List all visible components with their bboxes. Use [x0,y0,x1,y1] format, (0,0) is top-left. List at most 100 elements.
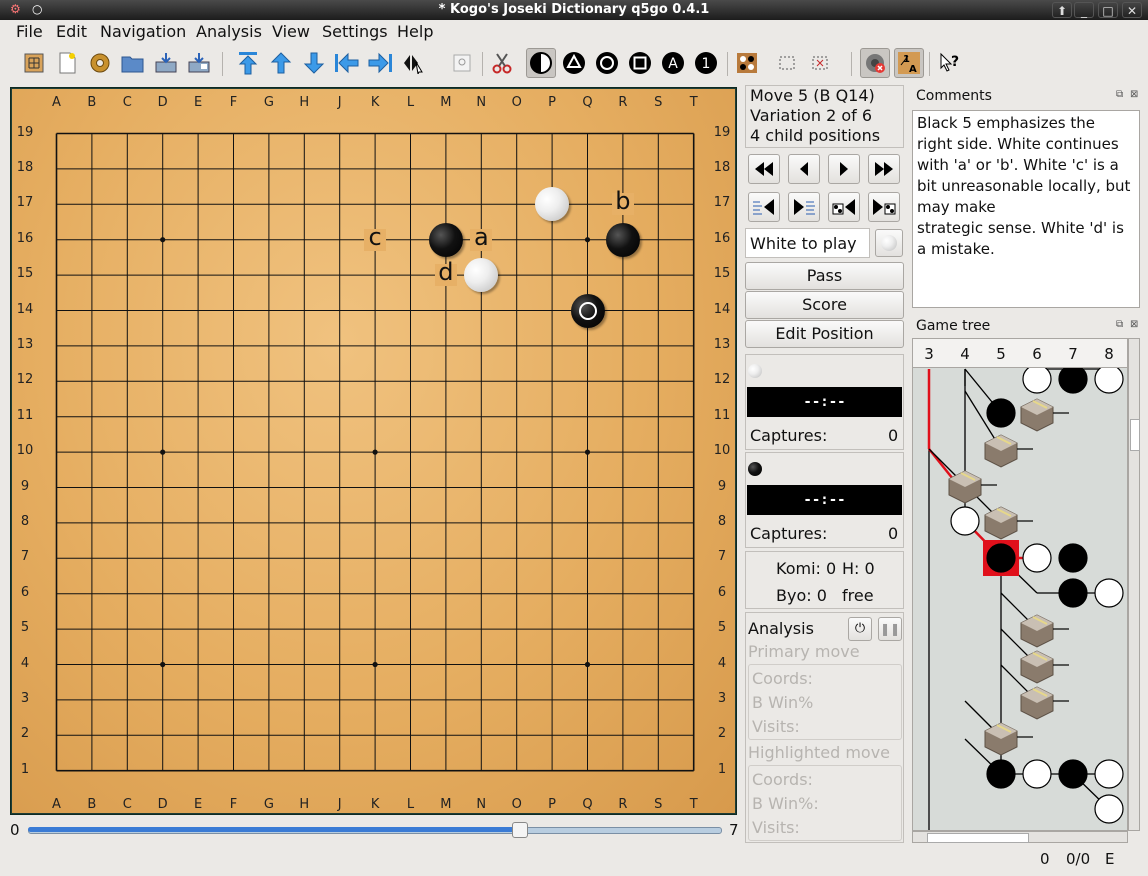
svg-text:A: A [668,56,678,72]
tree-black-node[interactable] [986,543,1016,573]
tree-edit-node-icon[interactable] [948,470,982,504]
edit-position-icon[interactable] [732,48,762,78]
game-tree-float-icon[interactable]: ⧉ [1116,319,1123,330]
previous-comment-button[interactable] [748,192,780,222]
tree-white-node[interactable] [1022,364,1052,394]
menu-edit[interactable]: Edit [56,22,87,41]
game-tree-close-icon[interactable]: ⊠ [1130,319,1138,330]
close-window-icon[interactable]: ✕ [1122,2,1142,18]
white-stone[interactable] [535,187,570,222]
tree-edit-node-icon[interactable] [984,434,1018,468]
cut-icon[interactable] [487,48,517,78]
coordinates-icon[interactable]: 1A [894,48,924,78]
column-coordinate: K [370,797,380,812]
next-figure-button[interactable] [868,192,900,222]
new-board-icon[interactable] [19,48,49,78]
tree-edit-node-icon[interactable] [1020,650,1054,684]
tree-black-node[interactable] [1058,364,1088,394]
go-board[interactable]: A A B B C C D D E E F F G G H H J J K K L L M M N N O O P P Q Q R R S S T T 19… [12,89,735,813]
menu-view[interactable]: View [272,22,310,41]
tree-white-node[interactable] [1094,578,1124,608]
square-mark-icon[interactable] [625,48,655,78]
zoom-icon[interactable] [447,48,477,78]
menu-settings[interactable]: Settings [322,22,388,41]
comments-float-icon[interactable]: ⧉ [1116,89,1123,100]
menu-help[interactable]: Help [397,22,433,41]
donut-icon[interactable] [85,48,115,78]
tree-white-node[interactable] [950,506,980,536]
edit-position-button[interactable]: Edit Position [745,320,904,348]
last-move-button[interactable] [868,154,900,184]
tree-black-node[interactable] [1058,759,1088,789]
tree-edit-node-icon[interactable] [1020,398,1054,432]
number-mark-icon[interactable]: 1 [691,48,721,78]
next-variation-icon[interactable] [365,48,395,78]
tree-edit-node-icon[interactable] [1020,686,1054,720]
analysis-power-button[interactable]: ⏻ [848,617,872,641]
circle-mark-icon[interactable] [592,48,622,78]
first-move-icon[interactable] [233,48,263,78]
save-as-icon[interactable] [184,48,214,78]
next-move-button[interactable] [828,154,860,184]
menu-file[interactable]: File [16,22,43,41]
board-label-d[interactable]: d [431,258,461,286]
game-tree[interactable] [912,338,1128,831]
tree-white-node[interactable] [1022,759,1052,789]
maximize-icon[interactable]: ⬆ [1052,2,1072,18]
menu-analysis[interactable]: Analysis [196,22,262,41]
black-stone[interactable] [428,222,463,257]
select-rectangle-icon[interactable] [772,48,802,78]
triangle-mark-icon[interactable] [559,48,589,78]
tree-black-node[interactable] [1058,543,1088,573]
navigation-tool-icon[interactable] [398,48,428,78]
comments-text[interactable]: Black 5 emphasizes the right side. White… [912,110,1140,308]
comments-close-icon[interactable]: ⊠ [1130,89,1138,100]
pass-button[interactable]: Pass [745,262,904,290]
previous-move-button[interactable] [788,154,820,184]
tree-black-node[interactable] [986,759,1016,789]
tree-vertical-scroll-handle[interactable] [1130,419,1140,451]
tree-horizontal-scrollbar[interactable] [912,831,1128,843]
previous-move-icon[interactable] [266,48,296,78]
open-folder-icon[interactable] [118,48,148,78]
previous-variation-icon[interactable] [332,48,362,78]
minimize-icon[interactable]: _ [1074,2,1094,18]
tree-edit-node-icon[interactable] [984,506,1018,540]
board-label-a[interactable]: a [466,223,496,251]
board-label-c[interactable]: c [360,223,390,251]
tree-white-node[interactable] [1094,759,1124,789]
to-play-button[interactable] [875,229,903,257]
black-clock: --:-- [747,485,902,515]
letter-mark-icon[interactable]: A [658,48,688,78]
tree-white-node[interactable] [1022,543,1052,573]
black-white-icon[interactable] [526,48,556,78]
white-stone[interactable] [464,258,499,293]
tree-edit-node-icon[interactable] [984,722,1018,756]
first-move-button[interactable] [748,154,780,184]
column-coordinate: P [548,797,557,812]
tree-black-node[interactable] [986,398,1016,428]
score-button[interactable]: Score [745,291,904,319]
tree-edit-node-icon[interactable] [1020,614,1054,648]
next-move-icon[interactable] [299,48,329,78]
restore-icon[interactable]: □ [1098,2,1118,18]
previous-figure-button[interactable] [828,192,860,222]
black-stone[interactable] [605,222,640,257]
game-tree-canvas [927,364,1124,830]
delete-rectangle-icon[interactable] [805,48,835,78]
new-file-icon[interactable] [52,48,82,78]
tree-horizontal-scroll-handle[interactable] [927,833,1029,843]
analysis-pause-button[interactable]: ❚❚ [878,617,902,641]
tree-white-node[interactable] [1094,794,1124,824]
black-stone[interactable] [570,293,605,328]
move-slider-handle[interactable] [512,822,528,838]
tree-white-node[interactable] [1094,364,1124,394]
menu-navigation[interactable]: Navigation [100,22,186,41]
whats-this-icon[interactable]: ? [934,48,964,78]
tree-vertical-scrollbar[interactable] [1128,338,1140,831]
save-icon[interactable] [151,48,181,78]
next-comment-button[interactable] [788,192,820,222]
board-label-b[interactable]: b [608,187,638,215]
tree-black-node[interactable] [1058,578,1088,608]
sound-off-icon[interactable] [860,48,890,78]
